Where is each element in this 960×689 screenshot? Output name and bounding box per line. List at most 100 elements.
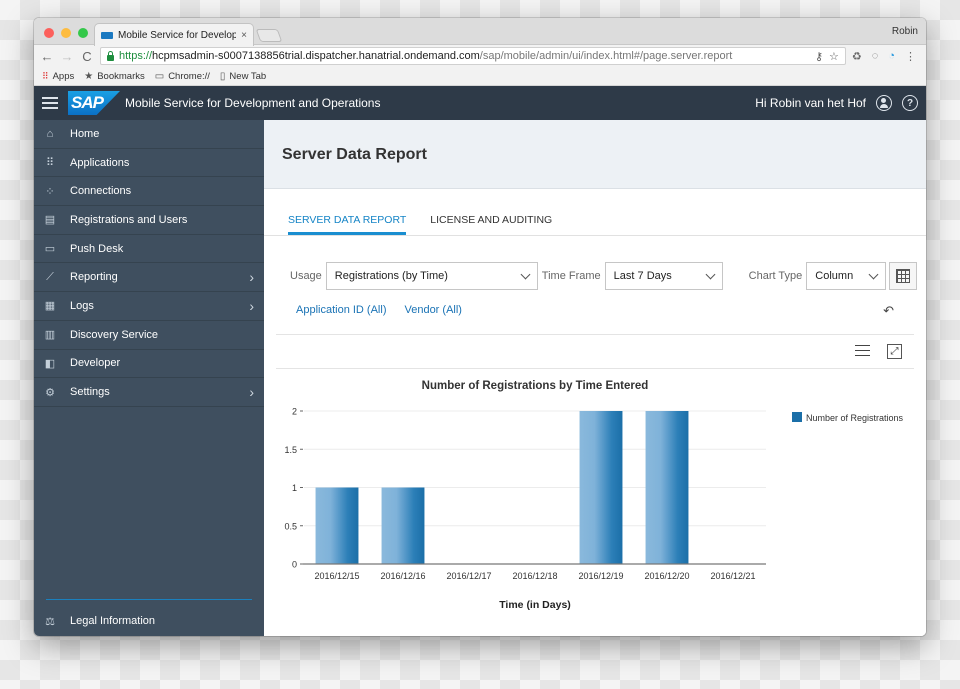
reporting-icon: ⟋ <box>46 270 54 283</box>
url-scheme: https:// <box>119 50 153 62</box>
app-title: Mobile Service for Development and Opera… <box>125 96 381 110</box>
sync-ext-icon[interactable]: ◔ <box>888 50 895 62</box>
url-text: https://hcpmsadmin-s0007138856trial.disp… <box>119 50 732 62</box>
vendor-filter-link[interactable]: Vendor (All) <box>404 304 461 318</box>
back-button[interactable]: ← <box>40 50 54 63</box>
sidebar-item-logs[interactable]: ▦ Logs › <box>34 292 264 321</box>
user-greeting: Hi Robin van het Hof <box>755 96 866 110</box>
browser-tab[interactable]: Mobile Service for Development and Opera… <box>94 23 254 46</box>
footer-divider <box>46 599 252 600</box>
profile-name[interactable]: Robin <box>892 26 918 37</box>
menu-icon[interactable] <box>42 97 58 109</box>
bookmark-apps[interactable]: ⠿ Apps <box>42 71 74 82</box>
tab-license-and-auditing[interactable]: LICENSE AND AUDITING <box>430 214 552 235</box>
menu-dots-icon[interactable]: ⋮ <box>905 50 916 63</box>
recycle-icon[interactable]: ♻ <box>852 50 862 63</box>
x-tick-label: 2016/12/20 <box>644 571 689 581</box>
bookmark-label: Apps <box>52 70 75 82</box>
tab-close-icon[interactable]: × <box>241 30 247 41</box>
sidebar-item-settings[interactable]: ⚙ Settings › <box>34 378 264 407</box>
window-controls <box>44 28 88 38</box>
scales-icon: ⚖ <box>45 615 55 628</box>
discovery-service-icon: ▥ <box>44 329 56 342</box>
sidebar-item-label: Logs <box>70 299 94 312</box>
push-desk-icon: ▭ <box>44 243 56 256</box>
circle-ext-icon[interactable]: ◌ <box>872 50 879 62</box>
maximize-window-button[interactable] <box>78 28 88 38</box>
star-icon[interactable]: ☆ <box>829 50 839 63</box>
sidebar-item-developer[interactable]: ◧ Developer <box>34 350 264 379</box>
sidebar: ⌂ Home ⠿ Applications ⁘ Connections ▤ Registrat… <box>34 120 264 636</box>
time-frame-select[interactable]: Last 7 Days <box>604 262 723 290</box>
address-bar[interactable]: https://hcpmsadmin-s0007138856trial.disp… <box>100 47 846 65</box>
sidebar-item-discovery-service[interactable]: ▥ Discovery Service <box>34 321 264 350</box>
help-icon[interactable]: ? <box>902 95 918 111</box>
sidebar-item-connections[interactable]: ⁘ Connections <box>34 177 264 207</box>
application-id-filter-link[interactable]: Application ID (All) <box>296 304 386 318</box>
close-window-button[interactable] <box>44 28 54 38</box>
registrations-and-users-icon: ▤ <box>44 214 56 227</box>
usage-label: Usage <box>290 270 322 282</box>
x-tick-label: 2016/12/16 <box>380 571 425 581</box>
sidebar-item-reporting[interactable]: ⟋ Reporting › <box>34 263 264 293</box>
legend-swatch <box>792 412 802 422</box>
reload-button[interactable]: C <box>80 50 94 63</box>
legend-label: Number of Registrations <box>806 413 904 423</box>
sidebar-item-applications[interactable]: ⠿ Applications <box>34 149 264 178</box>
undo-icon[interactable]: ↶ <box>883 303 894 319</box>
chart-type-label: Chart Type <box>748 270 803 282</box>
sidebar-item-home[interactable]: ⌂ Home <box>34 120 264 149</box>
sidebar-item-registrations-and-users[interactable]: ▤ Registrations and Users <box>34 206 264 235</box>
x-tick-label: 2016/12/18 <box>512 571 557 581</box>
forward-button[interactable]: → <box>60 50 74 63</box>
omnibox-actions: ⚷ ☆ <box>815 50 839 63</box>
sidebar-item-label: Discovery Service <box>70 328 159 341</box>
page-icon: ▯ <box>219 70 226 82</box>
sidebar-item-label: Applications <box>70 156 130 169</box>
shell-bar: SAP Mobile Service for Development and O… <box>34 86 926 120</box>
applications-icon: ⠿ <box>45 157 55 170</box>
chart-toolbar: ⤢ <box>276 334 914 369</box>
bookmark-chrome[interactable]: ▭ Chrome:// <box>155 71 210 82</box>
sidebar-item-label: Home <box>70 127 100 140</box>
chevron-right-icon[interactable]: › <box>249 298 254 314</box>
bookmark-label: New Tab <box>229 70 267 82</box>
legal-information-link[interactable]: ⚖ Legal Information <box>44 610 254 632</box>
sap-logo[interactable]: SAP <box>68 91 120 115</box>
apps-grid-icon: ⠿ <box>42 70 49 81</box>
new-tab-button[interactable] <box>255 29 283 42</box>
home-icon: ⌂ <box>46 127 54 140</box>
sidebar-item-label: Settings <box>70 386 110 399</box>
sidebar-item-label: Connections <box>70 185 132 198</box>
bar <box>381 487 425 564</box>
bookmark-new-tab[interactable]: ▯ New Tab <box>220 71 266 82</box>
fullscreen-icon[interactable]: ⤢ <box>887 344 902 359</box>
sidebar-item-push-desk[interactable]: ▭ Push Desk <box>34 235 264 264</box>
chevron-right-icon[interactable]: › <box>249 269 254 285</box>
browser-tab-bar: Mobile Service for Development and Opera… <box>34 18 926 46</box>
tab-title: Mobile Service for Development and Opera… <box>118 29 237 41</box>
minimize-window-button[interactable] <box>61 28 71 38</box>
table-view-button[interactable] <box>889 262 918 290</box>
bookmark-bookmarks[interactable]: ★ Bookmarks <box>84 71 144 82</box>
chevron-right-icon[interactable]: › <box>249 384 254 400</box>
registrations-chart: Number of Registrations by Time Entered 0… <box>284 380 904 611</box>
y-tick-label: 1.5 <box>284 445 297 455</box>
lock-icon <box>107 50 114 61</box>
sap-favicon-icon <box>101 31 113 39</box>
chart-type-select[interactable]: Column <box>806 262 887 290</box>
user-icon[interactable] <box>876 95 892 111</box>
y-tick-label: 0 <box>292 560 297 570</box>
filter-links: Application ID (All) Vendor (All) ↶ <box>264 303 926 319</box>
usage-select[interactable]: Registrations (by Time) <box>325 262 538 290</box>
tab-server-data-report[interactable]: SERVER DATA REPORT <box>288 214 407 235</box>
logs-icon: ▦ <box>44 300 56 313</box>
bar <box>315 487 359 564</box>
legend-list-icon[interactable] <box>855 345 870 357</box>
url-host: hcpmsadmin-s0007138856trial.dispatcher.h… <box>152 50 480 62</box>
x-tick-label: 2016/12/15 <box>314 571 359 581</box>
x-tick-label: 2016/12/17 <box>446 571 491 581</box>
key-icon[interactable]: ⚷ <box>815 50 823 63</box>
bookmark-label: Bookmarks <box>97 70 145 82</box>
bar <box>645 411 689 564</box>
